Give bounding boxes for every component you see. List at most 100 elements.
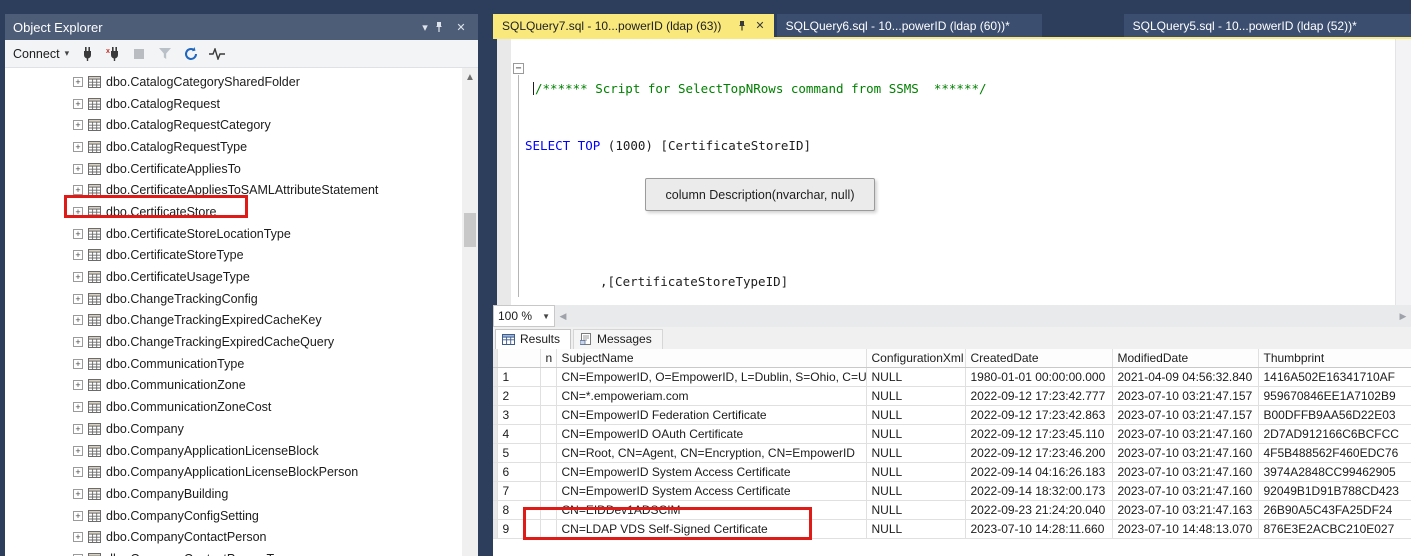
cell-thumbprint[interactable]: 2D7AD912166C6BCFCC xyxy=(1258,424,1411,443)
cell-subjectname[interactable]: CN=Root, CN=Agent, CN=Encryption, CN=Emp… xyxy=(556,443,866,462)
cell-clipped-null[interactable] xyxy=(540,443,556,462)
column-header-thumbprint[interactable]: Thumbprint xyxy=(1258,349,1411,367)
sql-editor[interactable]: /****** Script for SelectTopNRows comman… xyxy=(493,39,1411,305)
cell-createddate[interactable]: 2022-09-12 17:23:42.777 xyxy=(965,386,1112,405)
cell-thumbprint[interactable]: B00DFFB9AA56D22E03 xyxy=(1258,405,1411,424)
expand-plus-icon[interactable]: + xyxy=(73,446,83,456)
expand-plus-icon[interactable]: + xyxy=(73,250,83,260)
tree-item-table[interactable]: + dbo.Company xyxy=(5,418,462,440)
cell-createddate[interactable]: 1980-01-01 00:00:00.000 xyxy=(965,367,1112,386)
table-row[interactable]: 2 CN=*.empoweriam.com NULL 2022-09-12 17… xyxy=(493,386,1411,405)
cell-configurationxml[interactable]: NULL xyxy=(866,443,965,462)
tree-item-table[interactable]: + dbo.CertificateAppliesTo xyxy=(5,158,462,180)
cell-subjectname[interactable]: CN=LDAP VDS Self-Signed Certificate xyxy=(556,519,866,538)
connect-icon[interactable] xyxy=(79,46,95,62)
scroll-left-icon[interactable]: ◀ xyxy=(555,305,571,327)
cell-thumbprint[interactable]: 4F5B488562F460EDC76 xyxy=(1258,443,1411,462)
cell-configurationxml[interactable]: NULL xyxy=(866,386,965,405)
tree-item-table[interactable]: + dbo.CommunicationZone xyxy=(5,375,462,397)
column-header-rownum[interactable] xyxy=(497,349,540,367)
table-row[interactable]: 8 CN=EIDDev1ADSCIM NULL 2022-09-23 21:24… xyxy=(493,500,1411,519)
cell-modifieddate[interactable]: 2023-07-10 03:21:47.160 xyxy=(1112,443,1258,462)
cell-row-number[interactable]: 6 xyxy=(497,462,540,481)
expand-plus-icon[interactable]: + xyxy=(73,229,83,239)
expand-plus-icon[interactable]: + xyxy=(73,489,83,499)
expand-plus-icon[interactable]: + xyxy=(73,315,83,325)
cell-thumbprint[interactable]: 876E3E2ACBC210E027 xyxy=(1258,519,1411,538)
tree-item-table[interactable]: + dbo.CertificateStoreLocationType xyxy=(5,223,462,245)
zoom-level-select[interactable]: 100 % ▼ xyxy=(493,305,555,327)
tree-item-table[interactable]: + dbo.CompanyApplicationLicenseBlock xyxy=(5,440,462,462)
cell-thumbprint[interactable]: 1416A502E16341710AF xyxy=(1258,367,1411,386)
close-icon[interactable]: ✕ xyxy=(755,19,764,32)
tree-item-table[interactable]: + dbo.CertificateStoreType xyxy=(5,245,462,267)
tree-item-table[interactable]: + dbo.CertificateUsageType xyxy=(5,266,462,288)
cell-subjectname[interactable]: CN=EmpowerID, O=EmpowerID, L=Dublin, S=O… xyxy=(556,367,866,386)
tree-vertical-scrollbar[interactable]: ▲ xyxy=(462,68,478,556)
scroll-up-icon[interactable]: ▲ xyxy=(462,72,478,83)
cell-createddate[interactable]: 2022-09-12 17:23:45.110 xyxy=(965,424,1112,443)
expand-plus-icon[interactable]: + xyxy=(73,380,83,390)
editor-vertical-scrollbar[interactable] xyxy=(1395,39,1411,305)
expand-plus-icon[interactable]: + xyxy=(73,272,83,282)
cell-configurationxml[interactable]: NULL xyxy=(866,462,965,481)
cell-configurationxml[interactable]: NULL xyxy=(866,367,965,386)
expand-plus-icon[interactable]: + xyxy=(73,511,83,521)
cell-clipped-null[interactable] xyxy=(540,481,556,500)
cell-subjectname[interactable]: CN=*.empoweriam.com xyxy=(556,386,866,405)
pin-icon[interactable] xyxy=(434,21,452,33)
tree-item-table[interactable]: + dbo.CertificateAppliesToSAMLAttributeS… xyxy=(5,179,462,201)
tree-item-table[interactable]: + dbo.CertificateStore xyxy=(5,201,462,223)
expand-plus-icon[interactable]: + xyxy=(73,337,83,347)
cell-subjectname[interactable]: CN=EIDDev1ADSCIM xyxy=(556,500,866,519)
cell-row-number[interactable]: 2 xyxy=(497,386,540,405)
cell-row-number[interactable]: 4 xyxy=(497,424,540,443)
cell-row-number[interactable]: 9 xyxy=(497,519,540,538)
cell-row-number[interactable]: 8 xyxy=(497,500,540,519)
activity-monitor-icon[interactable] xyxy=(209,46,225,62)
cell-modifieddate[interactable]: 2021-04-09 04:56:32.840 xyxy=(1112,367,1258,386)
expand-plus-icon[interactable]: + xyxy=(73,164,83,174)
table-row[interactable]: 4 CN=EmpowerID OAuth Certificate NULL 20… xyxy=(493,424,1411,443)
tab-sqlquery5[interactable]: SQLQuery5.sql - 10...powerID (ldap (52))… xyxy=(1124,14,1411,37)
tree-item-table[interactable]: + dbo.CatalogRequestType xyxy=(5,136,462,158)
cell-modifieddate[interactable]: 2023-07-10 03:21:47.160 xyxy=(1112,424,1258,443)
scroll-right-icon[interactable]: ▶ xyxy=(1395,305,1411,327)
object-explorer-titlebar[interactable]: Object Explorer ▾ ✕ xyxy=(5,14,478,40)
expand-plus-icon[interactable]: + xyxy=(73,467,83,477)
tree-item-table[interactable]: + dbo.CompanyContactPerson xyxy=(5,526,462,548)
connect-button[interactable]: Connect ▾ xyxy=(13,47,69,61)
cell-createddate[interactable]: 2023-07-10 14:28:11.660 xyxy=(965,519,1112,538)
tree-item-table[interactable]: + dbo.CommunicationType xyxy=(5,353,462,375)
cell-configurationxml[interactable]: NULL xyxy=(866,405,965,424)
tree-item-table[interactable]: + dbo.CompanyBuilding xyxy=(5,483,462,505)
tree-item-table[interactable]: + dbo.ChangeTrackingExpiredCacheKey xyxy=(5,310,462,332)
cell-thumbprint[interactable]: 3974A2848CC99462905 xyxy=(1258,462,1411,481)
table-row[interactable]: 6 CN=EmpowerID System Access Certificate… xyxy=(493,462,1411,481)
table-row[interactable]: 3 CN=EmpowerID Federation Certificate NU… xyxy=(493,405,1411,424)
expand-plus-icon[interactable]: + xyxy=(73,207,83,217)
cell-createddate[interactable]: 2022-09-14 18:32:00.173 xyxy=(965,481,1112,500)
cell-modifieddate[interactable]: 2023-07-10 03:21:47.157 xyxy=(1112,405,1258,424)
expand-plus-icon[interactable]: + xyxy=(73,532,83,542)
close-icon[interactable]: ✕ xyxy=(452,21,470,34)
column-header-modifieddate[interactable]: ModifiedDate xyxy=(1112,349,1258,367)
cell-row-number[interactable]: 7 xyxy=(497,481,540,500)
cell-configurationxml[interactable]: NULL xyxy=(866,424,965,443)
column-header-clipped[interactable]: n xyxy=(540,349,556,367)
cell-subjectname[interactable]: CN=EmpowerID OAuth Certificate xyxy=(556,424,866,443)
cell-createddate[interactable]: 2022-09-12 17:23:42.863 xyxy=(965,405,1112,424)
expand-plus-icon[interactable]: + xyxy=(73,294,83,304)
cell-modifieddate[interactable]: 2023-07-10 14:48:13.070 xyxy=(1112,519,1258,538)
cell-thumbprint[interactable]: 959670846EE1A7102B9 xyxy=(1258,386,1411,405)
editor-horizontal-scrollbar[interactable] xyxy=(571,305,1395,327)
expand-plus-icon[interactable]: + xyxy=(73,120,83,130)
table-row[interactable]: 5 CN=Root, CN=Agent, CN=Encryption, CN=E… xyxy=(493,443,1411,462)
cell-thumbprint[interactable]: 26B90A5C43FA25DF24 xyxy=(1258,500,1411,519)
tree-item-table[interactable]: + dbo.CommunicationZoneCost xyxy=(5,396,462,418)
cell-clipped-null[interactable] xyxy=(540,462,556,481)
cell-clipped-null[interactable] xyxy=(540,424,556,443)
cell-clipped-null[interactable] xyxy=(540,405,556,424)
pin-icon[interactable] xyxy=(737,20,747,31)
cell-createddate[interactable]: 2022-09-12 17:23:46.200 xyxy=(965,443,1112,462)
